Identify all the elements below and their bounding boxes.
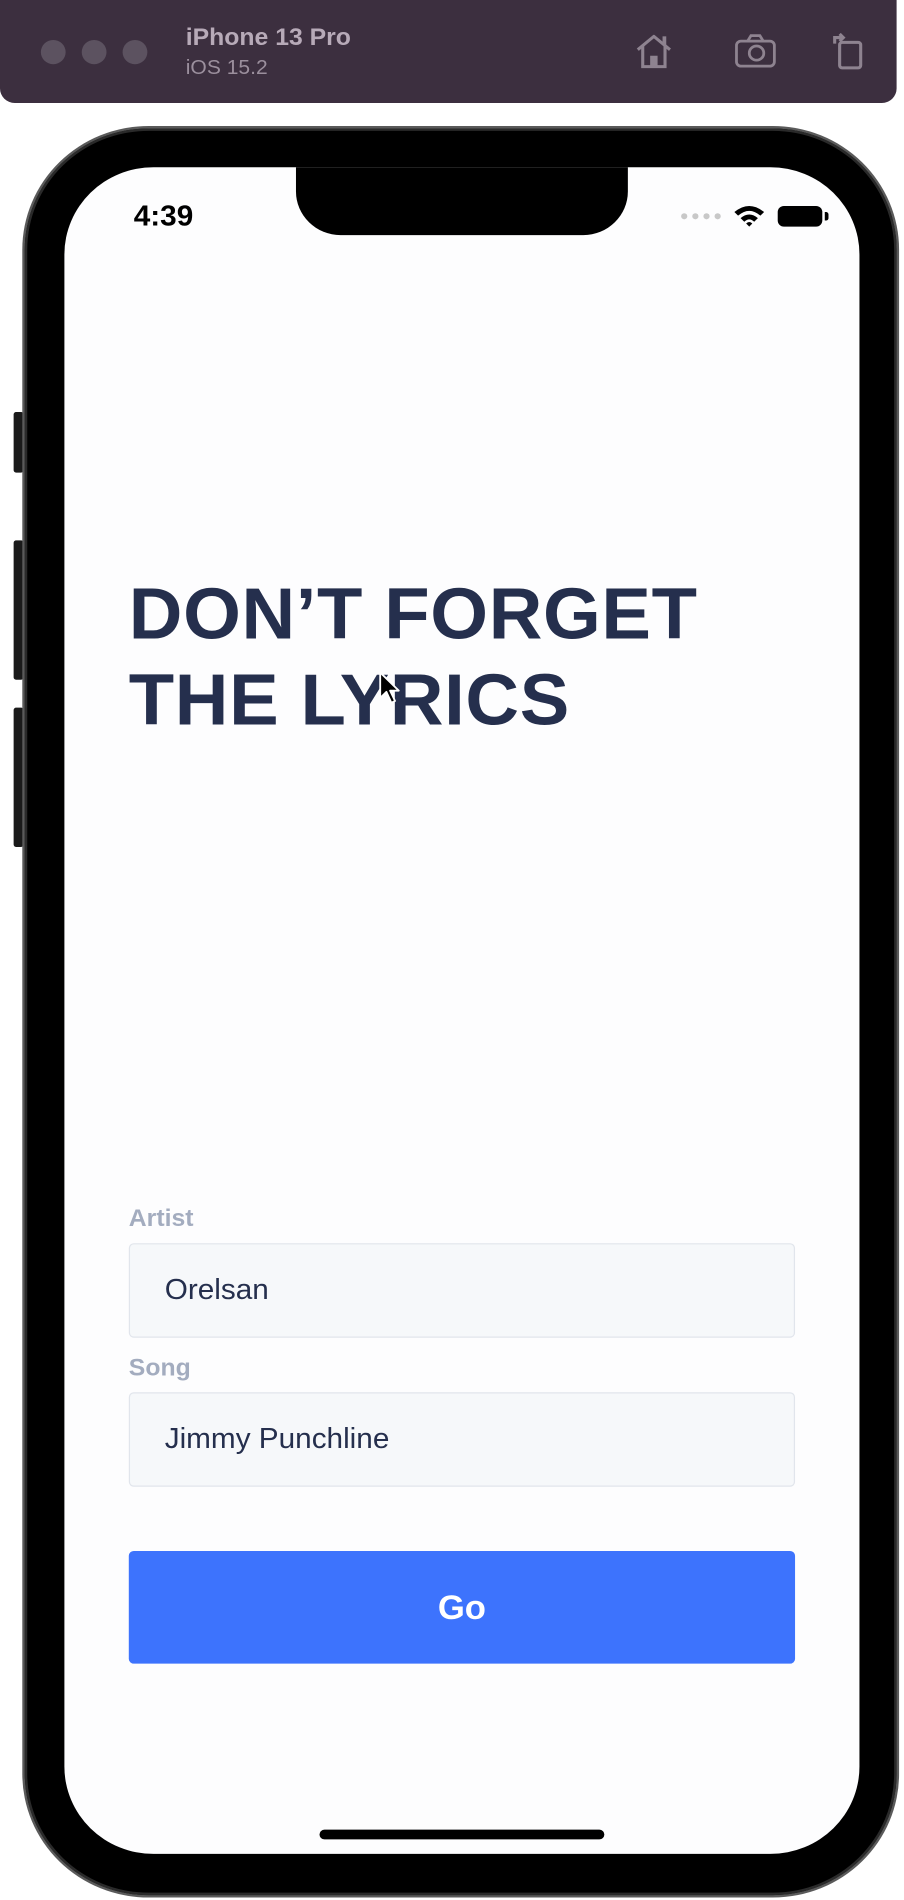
home-indicator[interactable] — [319, 1829, 605, 1840]
page: iPhone 13 Pro iOS 15.2 4:39 DON’T FORGET… — [0, 0, 904, 1900]
artist-label: Artist — [128, 1205, 194, 1233]
minimize-window-dot[interactable] — [81, 39, 107, 65]
simulator-title-bar: iPhone 13 Pro iOS 15.2 — [0, 0, 897, 103]
wifi-icon — [734, 205, 765, 227]
artist-input[interactable] — [128, 1243, 796, 1338]
song-input[interactable] — [128, 1392, 796, 1487]
zoom-window-dot[interactable] — [122, 39, 148, 65]
volume-down-button — [13, 707, 24, 847]
close-window-dot[interactable] — [40, 39, 66, 65]
signal-dots-icon — [681, 212, 721, 219]
silent-switch — [13, 411, 24, 473]
simulator-device-name: iPhone 13 Pro — [185, 24, 351, 51]
home-icon[interactable] — [632, 29, 677, 73]
simulator-os-version: iOS 15.2 — [185, 55, 268, 79]
page-inner: iPhone 13 Pro iOS 15.2 4:39 DON’T FORGET… — [0, 0, 904, 1900]
screenshot-icon[interactable] — [733, 29, 778, 73]
phone-screen: 4:39 DON’T FORGET THE LYRICS Artist Song… — [64, 167, 860, 1854]
volume-up-button — [13, 540, 24, 680]
title-line-1: DON’T FORGET — [128, 573, 698, 655]
battery-icon — [777, 205, 829, 226]
status-icons — [681, 204, 829, 228]
status-time: 4:39 — [133, 199, 194, 233]
go-button[interactable]: Go — [128, 1550, 796, 1664]
title-line-2: THE LYRICS — [128, 659, 570, 741]
notch — [295, 167, 628, 236]
rotate-icon[interactable] — [827, 29, 872, 73]
song-label: Song — [128, 1354, 191, 1382]
page-title: DON’T FORGET THE LYRICS — [129, 571, 773, 743]
mouse-pointer-icon — [379, 671, 400, 704]
